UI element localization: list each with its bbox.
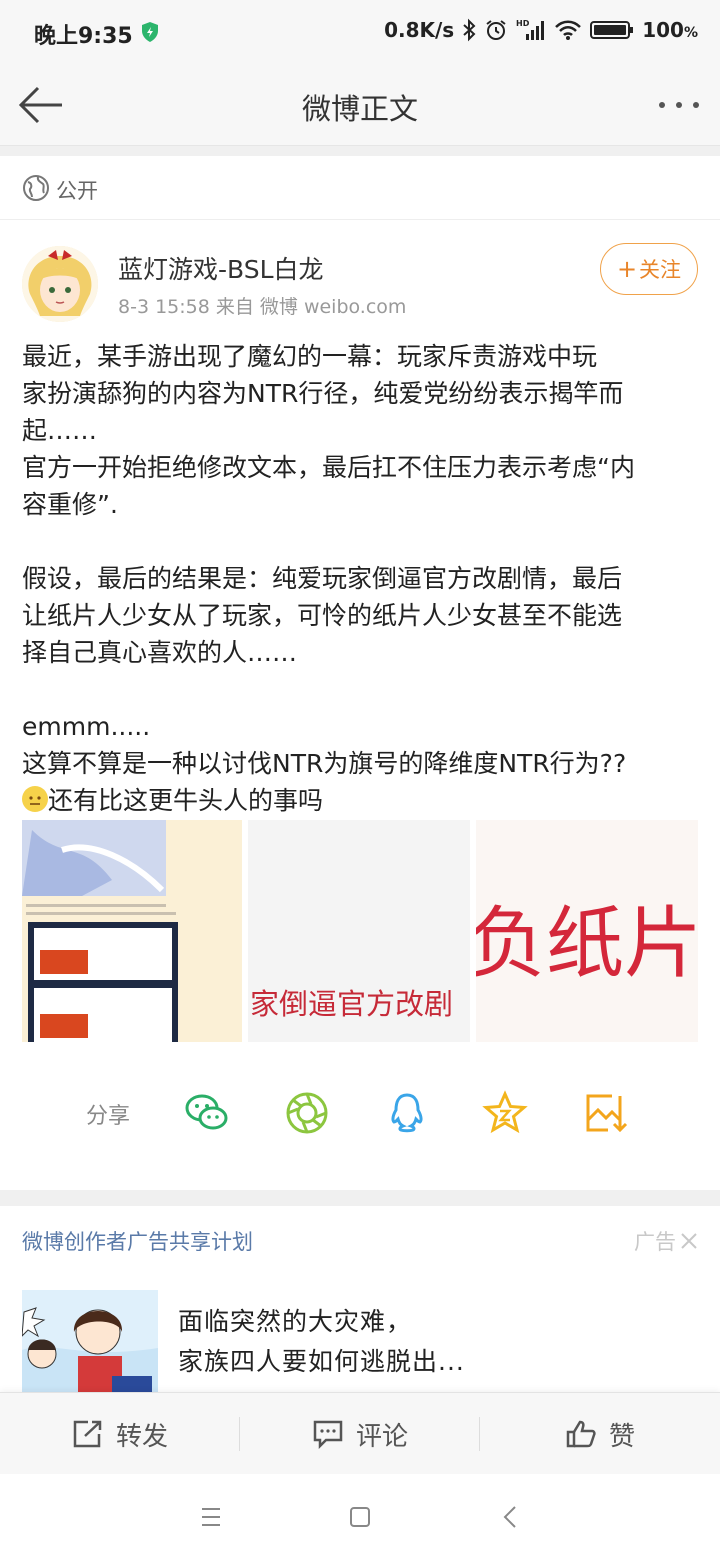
ad-tag-label: 广告	[634, 1230, 676, 1254]
ad-thumbnail[interactable]	[22, 1290, 158, 1394]
shield-icon	[140, 21, 160, 47]
post-line: emmm.....	[22, 712, 151, 741]
follow-label: 关注	[639, 258, 682, 282]
signal-icon: HD	[516, 19, 545, 40]
post-line: 起……	[22, 416, 98, 445]
home-square-icon	[350, 1507, 370, 1527]
qq-share-button[interactable]	[384, 1090, 430, 1136]
repost-button[interactable]: 转发	[0, 1393, 240, 1475]
like-button[interactable]: 赞	[480, 1393, 720, 1475]
moments-icon	[286, 1092, 328, 1134]
close-icon	[681, 1233, 697, 1249]
bluetooth-icon	[463, 18, 476, 42]
wifi-icon	[555, 20, 582, 40]
qq-icon	[391, 1093, 423, 1133]
ad-program-link[interactable]: 微博创作者广告共享计划	[22, 1226, 253, 1256]
nav-bar: 微博正文	[0, 64, 720, 146]
follow-button[interactable]: + 关注	[600, 243, 698, 295]
post-image-1[interactable]	[22, 820, 242, 1042]
post-line: 择自己真心喜欢的人……	[22, 638, 298, 667]
post-image-3[interactable]: 负纸片	[476, 820, 698, 1042]
post-meta: 8-3 15:58 来自 微博 weibo.com	[118, 296, 407, 318]
like-label: 赞	[608, 1421, 635, 1452]
status-time: 晚上9:35	[34, 24, 133, 49]
post-last-text: 还有比这更牛头人的事吗	[48, 786, 324, 815]
globe-icon	[22, 174, 50, 206]
image-grid: 家倒逼官方改剧 负纸片	[22, 820, 698, 1042]
status-bar: 晚上9:35 0.8K/s HD 100%	[0, 0, 720, 64]
ad-text[interactable]: 面临突然的大灾难， 家族四人要如何逃脱出...	[178, 1302, 678, 1382]
battery-unit: %	[683, 25, 698, 41]
comment-label: 评论	[355, 1421, 408, 1452]
section-divider	[0, 1190, 720, 1206]
moments-share-button[interactable]	[284, 1090, 330, 1136]
ad-line: 家族四人要如何逃脱出...	[178, 1347, 465, 1376]
author-name[interactable]: 蓝灯游戏-BSL白龙	[118, 250, 324, 286]
repost-icon	[73, 1420, 102, 1448]
more-dots-icon	[659, 102, 699, 108]
system-navigation-bar	[0, 1474, 720, 1560]
comment-button[interactable]: 评论	[240, 1393, 480, 1475]
post-line: 最近，某手游出现了魔幻的一幕：玩家斥责游戏中玩	[22, 342, 598, 371]
post-image-2[interactable]: 家倒逼官方改剧	[248, 820, 470, 1042]
page-title: 微博正文	[301, 92, 418, 126]
visibility-label: 公开	[56, 179, 98, 203]
post-body: 最近，某手游出现了魔幻的一幕：玩家斥责游戏中玩 家扮演舔狗的内容为NTR行径，纯…	[22, 338, 702, 819]
repost-label: 转发	[115, 1421, 168, 1452]
share-label: 分享	[86, 1104, 131, 1129]
svg-text:HD: HD	[516, 19, 530, 28]
post-line: 官方一开始拒绝修改文本，最后扛不住压力表示考虑“内	[22, 453, 635, 482]
image-3-text: 负纸片	[476, 899, 698, 989]
comment-icon	[313, 1420, 343, 1449]
post-line: 假设，最后的结果是：纯爱玩家倒逼官方改剧情，最后	[22, 564, 623, 593]
battery-level: 100	[642, 18, 684, 42]
wechat-icon	[185, 1094, 228, 1130]
alarm-icon	[486, 20, 506, 40]
ad-tag[interactable]: 广告	[634, 1226, 698, 1256]
post-blank-line	[22, 671, 702, 708]
section-divider	[0, 146, 720, 156]
more-button[interactable]	[656, 90, 702, 120]
image-2-text: 家倒逼官方改剧	[250, 987, 453, 1021]
post-blank-line	[22, 523, 702, 560]
system-back-button[interactable]	[496, 1502, 526, 1532]
image-download-icon	[586, 1094, 628, 1133]
star-icon	[482, 1090, 528, 1134]
post-line: 家扮演舔狗的内容为NTR行径，纯爱党纷纷表示揭竿而	[22, 379, 624, 408]
battery-icon	[590, 21, 634, 39]
net-speed: 0.8K/s	[384, 18, 455, 42]
share-row: 分享	[0, 1082, 720, 1144]
action-bar: 转发 评论 赞	[0, 1392, 720, 1474]
plus-icon: +	[616, 255, 638, 283]
post-line: 让纸片人少女从了玩家，可怜的纸片人少女甚至不能选	[22, 601, 623, 630]
avatar[interactable]	[22, 246, 98, 322]
post-last-line: 还有比这更牛头人的事吗	[22, 782, 702, 819]
chevron-left-icon	[503, 1506, 516, 1528]
menu-button[interactable]	[196, 1502, 226, 1532]
save-image-button[interactable]	[582, 1090, 628, 1136]
status-indicators: 0.8K/s HD 100%	[384, 18, 698, 42]
home-button[interactable]	[345, 1502, 375, 1532]
post-line: 容重修”.	[22, 490, 118, 519]
favorite-share-button[interactable]	[482, 1090, 528, 1136]
menu-icon	[202, 1508, 220, 1526]
visibility-row: 公开	[0, 156, 720, 220]
smile-emoji-icon	[22, 786, 48, 812]
post-line: 这算不算是一种以讨伐NTR为旗号的降维度NTR行为??	[22, 749, 627, 778]
ad-line: 面临突然的大灾难，	[178, 1307, 413, 1336]
thumbs-up-icon	[566, 1420, 596, 1448]
wechat-share-button[interactable]	[184, 1090, 230, 1136]
